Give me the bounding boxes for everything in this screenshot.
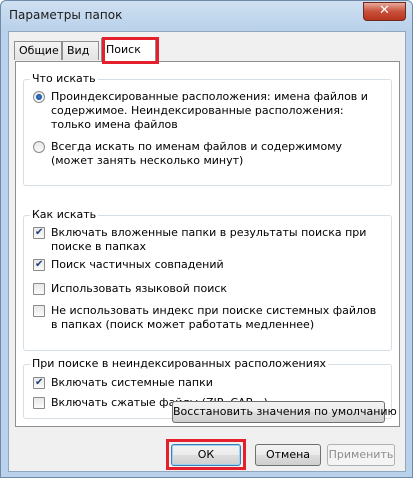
tab-search[interactable]: Поиск [101,38,156,62]
dialog-client-area: Общие Вид Поиск Что искать Проиндексиров… [8,31,406,472]
checkbox-checked[interactable] [33,258,45,272]
checkbox[interactable] [33,283,45,295]
checkbox-option-system-folders[interactable]: Включать системные папки [33,376,385,390]
radio-option-indexed[interactable]: Проиндексированные расположения: имена ф… [33,90,385,132]
checkbox-option-dont-use-index[interactable]: Не использовать индекс при поиске систем… [33,304,385,332]
folder-options-window: Параметры папок ✕ Общие Вид Поиск Что ис… [0,0,413,478]
close-button[interactable]: ✕ [363,2,406,21]
group-how-to-search: Как искать Включать вложенные папки в ре… [23,208,392,351]
radio-label: Проиндексированные расположения: имена ф… [51,90,368,131]
radio-option-always[interactable]: Всегда искать по именам файлов и содержи… [33,140,385,168]
tab-view[interactable]: Вид [62,41,99,60]
group-how-to-search-legend: Как искать [30,208,99,221]
checkbox-checked[interactable] [33,226,45,240]
group-what-to-search: Что искать Проиндексированные расположен… [23,72,392,186]
ok-button[interactable]: ОК [171,444,241,466]
checkbox-label: Не использовать индекс при поиске систем… [51,304,377,331]
group-what-to-search-legend: Что искать [30,72,98,85]
apply-button[interactable]: Применить [327,444,395,466]
search-tab-panel: Что искать Проиндексированные расположен… [15,61,400,427]
checkbox-label: Поиск частичных совпадений [51,258,224,271]
checkbox-option-subfolders[interactable]: Включать вложенные папки в результаты по… [33,226,385,254]
title-bar[interactable]: Параметры папок ✕ [1,1,412,31]
checkbox-option-natural-language[interactable]: Использовать языковой поиск [33,282,385,296]
checkbox-checked[interactable] [33,376,45,390]
radio-label: Всегда искать по именам файлов и содержи… [51,140,343,167]
restore-defaults-button[interactable]: Восстановить значения по умолчанию [172,401,397,423]
group-non-indexed-legend: При поиске в неиндексированных расположе… [30,357,329,370]
checkbox[interactable] [33,397,45,409]
tab-general[interactable]: Общие [14,41,62,60]
close-icon: ✕ [379,3,390,18]
cancel-button[interactable]: Отмена [255,444,321,466]
checkbox-label: Включать вложенные папки в результаты по… [51,226,367,253]
checkbox-label: Включать системные папки [51,376,213,389]
radio-button[interactable] [33,141,45,153]
checkbox[interactable] [33,305,45,317]
checkbox-option-partial-matches[interactable]: Поиск частичных совпадений [33,258,385,272]
window-title: Параметры папок [9,8,123,22]
checkbox-label: Использовать языковой поиск [51,282,228,295]
radio-button-selected[interactable] [33,91,45,103]
